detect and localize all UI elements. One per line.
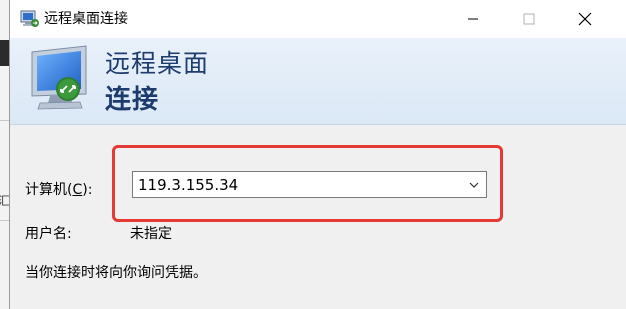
maximize-icon — [523, 13, 535, 25]
username-label: 用户名: — [25, 226, 72, 242]
close-icon — [578, 12, 592, 26]
remote-desktop-monitor-icon — [31, 45, 87, 110]
banner-title: 远程桌面 — [105, 49, 210, 78]
maximize-button[interactable] — [506, 0, 552, 38]
title-bar[interactable]: 远程桌面连接 — [10, 0, 626, 38]
banner-subtitle: 连接 — [105, 85, 160, 115]
remote-desktop-dialog: 远程桌面连接 远程桌面 连接 计算机(C): 119.3.155.34 用户名:… — [9, 0, 626, 309]
remote-desktop-icon — [20, 10, 39, 27]
computer-label: 计算机(C): — [25, 182, 93, 198]
minimize-button[interactable] — [450, 0, 496, 38]
highlight-box — [112, 145, 503, 222]
window-title: 远程桌面连接 — [44, 11, 128, 27]
username-value: 未指定 — [130, 226, 172, 242]
close-button[interactable] — [562, 0, 608, 38]
minimize-icon — [468, 18, 478, 20]
dialog-banner: 远程桌面 连接 — [10, 38, 626, 125]
credentials-info-text: 当你连接时将向你询问凭据。 — [25, 265, 207, 281]
